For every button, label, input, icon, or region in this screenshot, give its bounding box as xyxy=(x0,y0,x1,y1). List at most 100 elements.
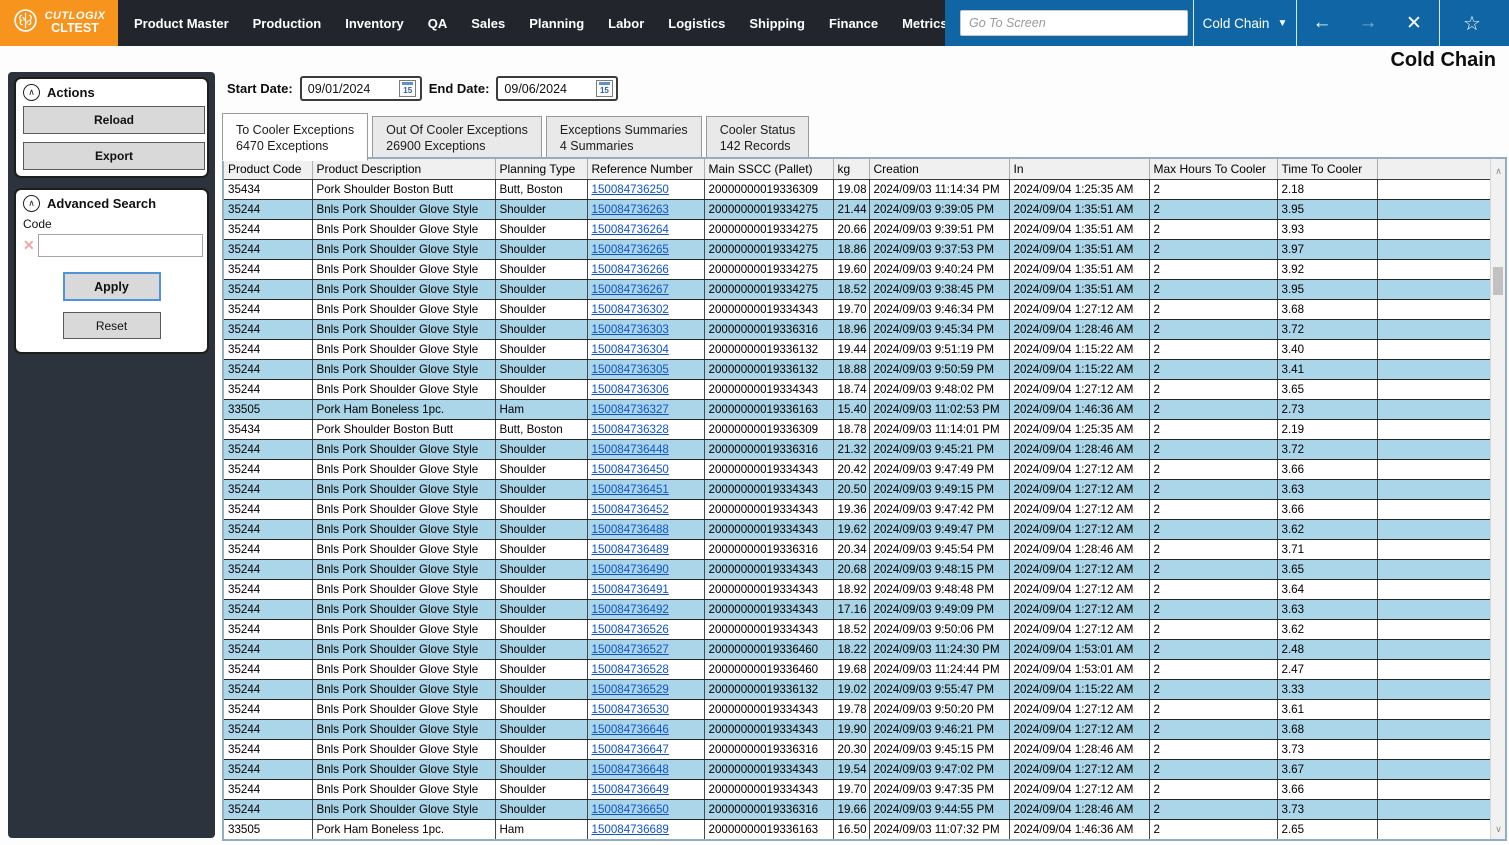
reference-number-link[interactable]: 150084736267 xyxy=(592,283,669,296)
start-date-field[interactable]: 09/01/2024 15 xyxy=(300,76,422,101)
table-row[interactable]: 33505Pork Ham Boneless 1pc.Ham1500847366… xyxy=(224,819,1491,839)
table-row[interactable]: 35244Bnls Pork Shoulder Glove StyleShoul… xyxy=(224,239,1491,259)
table-row[interactable]: 35244Bnls Pork Shoulder Glove StyleShoul… xyxy=(224,379,1491,399)
table-row[interactable]: 35244Bnls Pork Shoulder Glove StyleShoul… xyxy=(224,799,1491,819)
table-row[interactable]: 35244Bnls Pork Shoulder Glove StyleShoul… xyxy=(224,339,1491,359)
apply-button[interactable]: Apply xyxy=(63,272,161,301)
reset-button[interactable]: Reset xyxy=(63,312,161,339)
collapse-icon[interactable]: ∧ xyxy=(23,195,40,212)
code-input[interactable] xyxy=(38,234,203,257)
table-row[interactable]: 35244Bnls Pork Shoulder Glove StyleShoul… xyxy=(224,279,1491,299)
column-header-in[interactable]: In xyxy=(1009,159,1149,179)
app-logo[interactable]: CUTLOGIX CLTEST xyxy=(0,0,118,46)
table-row[interactable]: 35244Bnls Pork Shoulder Glove StyleShoul… xyxy=(224,299,1491,319)
column-header-main-sscc-pallet[interactable]: Main SSCC (Pallet) xyxy=(704,159,833,179)
menu-item-labor[interactable]: Labor xyxy=(596,16,656,31)
column-header-product-code[interactable]: Product Code xyxy=(224,159,312,179)
table-row[interactable]: 35244Bnls Pork Shoulder Glove StyleShoul… xyxy=(224,499,1491,519)
reference-number-link[interactable]: 150084736264 xyxy=(592,223,669,236)
reference-number-link[interactable]: 150084736529 xyxy=(592,683,669,696)
menu-item-logistics[interactable]: Logistics xyxy=(656,16,737,31)
reference-number-link[interactable]: 150084736302 xyxy=(592,303,669,316)
forward-arrow-icon[interactable]: → xyxy=(1345,12,1391,34)
reference-number-link[interactable]: 150084736492 xyxy=(592,603,669,616)
scrollbar-thumb[interactable] xyxy=(1493,267,1503,295)
menu-item-production[interactable]: Production xyxy=(241,16,334,31)
reload-button[interactable]: Reload xyxy=(23,106,205,134)
column-header-reference-number[interactable]: Reference Number xyxy=(587,159,704,179)
menu-item-finance[interactable]: Finance xyxy=(817,16,890,31)
reference-number-link[interactable]: 150084736250 xyxy=(592,183,669,196)
table-row[interactable]: 33505Pork Ham Boneless 1pc.Ham1500847363… xyxy=(224,399,1491,419)
table-row[interactable]: 35244Bnls Pork Shoulder Glove StyleShoul… xyxy=(224,259,1491,279)
table-row[interactable]: 35244Bnls Pork Shoulder Glove StyleShoul… xyxy=(224,639,1491,659)
table-row[interactable]: 35434Pork Shoulder Boston ButtButt, Bost… xyxy=(224,179,1491,199)
table-row[interactable]: 35244Bnls Pork Shoulder Glove StyleShoul… xyxy=(224,539,1491,559)
tab-exceptions-summaries[interactable]: Exceptions Summaries4 Summaries xyxy=(546,116,702,161)
end-date-field[interactable]: 09/06/2024 15 xyxy=(496,76,618,101)
scroll-down-icon[interactable]: ∨ xyxy=(1491,821,1506,837)
table-row[interactable]: 35244Bnls Pork Shoulder Glove StyleShoul… xyxy=(224,219,1491,239)
end-date-picker-button[interactable]: 15 xyxy=(592,78,616,99)
reference-number-link[interactable]: 150084736452 xyxy=(592,503,669,516)
reference-number-link[interactable]: 150084736450 xyxy=(592,463,669,476)
reference-number-link[interactable]: 150084736306 xyxy=(592,383,669,396)
reference-number-link[interactable]: 150084736689 xyxy=(592,823,669,836)
table-row[interactable]: 35244Bnls Pork Shoulder Glove StyleShoul… xyxy=(224,359,1491,379)
menu-item-qa[interactable]: QA xyxy=(416,16,460,31)
vertical-scrollbar[interactable]: ∧ ∨ xyxy=(1490,159,1505,839)
end-date-value[interactable]: 09/06/2024 xyxy=(498,82,592,96)
reference-number-link[interactable]: 150084736488 xyxy=(592,523,669,536)
reference-number-link[interactable]: 150084736530 xyxy=(592,703,669,716)
column-header-time-to-cooler[interactable]: Time To Cooler xyxy=(1277,159,1377,179)
table-row[interactable]: 35244Bnls Pork Shoulder Glove StyleShoul… xyxy=(224,519,1491,539)
back-arrow-icon[interactable]: ← xyxy=(1299,12,1345,34)
menu-item-planning[interactable]: Planning xyxy=(517,16,596,31)
reference-number-link[interactable]: 150084736646 xyxy=(592,723,669,736)
collapse-icon[interactable]: ∧ xyxy=(23,84,40,101)
table-row[interactable]: 35244Bnls Pork Shoulder Glove StyleShoul… xyxy=(224,319,1491,339)
column-header-kg[interactable]: kg xyxy=(833,159,869,179)
reference-number-link[interactable]: 150084736650 xyxy=(592,803,669,816)
reference-number-link[interactable]: 150084736527 xyxy=(592,643,669,656)
reference-number-link[interactable]: 150084736526 xyxy=(592,623,669,636)
table-row[interactable]: 35244Bnls Pork Shoulder Glove StyleShoul… xyxy=(224,739,1491,759)
clear-code-icon[interactable]: ✕ xyxy=(23,237,35,254)
column-header-product-description[interactable]: Product Description xyxy=(312,159,495,179)
reference-number-link[interactable]: 150084736448 xyxy=(592,443,669,456)
reference-number-link[interactable]: 150084736305 xyxy=(592,363,669,376)
table-row[interactable]: 35244Bnls Pork Shoulder Glove StyleShoul… xyxy=(224,839,1491,841)
column-header-max-hours-to-cooler[interactable]: Max Hours To Cooler xyxy=(1149,159,1277,179)
reference-number-link[interactable]: 150084736490 xyxy=(592,563,669,576)
start-date-picker-button[interactable]: 15 xyxy=(396,78,420,99)
table-row[interactable]: 35244Bnls Pork Shoulder Glove StyleShoul… xyxy=(224,699,1491,719)
export-button[interactable]: Export xyxy=(23,142,205,170)
table-row[interactable]: 35244Bnls Pork Shoulder Glove StyleShoul… xyxy=(224,559,1491,579)
menu-item-shipping[interactable]: Shipping xyxy=(737,16,817,31)
reference-number-link[interactable]: 150084736491 xyxy=(592,583,669,596)
table-row[interactable]: 35244Bnls Pork Shoulder Glove StyleShoul… xyxy=(224,479,1491,499)
table-row[interactable]: 35244Bnls Pork Shoulder Glove StyleShoul… xyxy=(224,579,1491,599)
reference-number-link[interactable]: 150084736327 xyxy=(592,403,669,416)
table-row[interactable]: 35244Bnls Pork Shoulder Glove StyleShoul… xyxy=(224,719,1491,739)
screen-selector-dropdown[interactable]: Cold Chain ▼ xyxy=(1194,0,1296,46)
scroll-up-icon[interactable]: ∧ xyxy=(1491,163,1506,179)
table-row[interactable]: 35244Bnls Pork Shoulder Glove StyleShoul… xyxy=(224,659,1491,679)
reference-number-link[interactable]: 150084736528 xyxy=(592,663,669,676)
reference-number-link[interactable]: 150084736649 xyxy=(592,783,669,796)
start-date-value[interactable]: 09/01/2024 xyxy=(302,82,396,96)
menu-item-sales[interactable]: Sales xyxy=(459,16,517,31)
reference-number-link[interactable]: 150084736647 xyxy=(592,743,669,756)
reference-number-link[interactable]: 150084736303 xyxy=(592,323,669,336)
go-to-screen-input[interactable] xyxy=(960,10,1188,36)
reference-number-link[interactable]: 150084736451 xyxy=(592,483,669,496)
menu-item-inventory[interactable]: Inventory xyxy=(333,16,416,31)
table-row[interactable]: 35244Bnls Pork Shoulder Glove StyleShoul… xyxy=(224,439,1491,459)
table-row[interactable]: 35244Bnls Pork Shoulder Glove StyleShoul… xyxy=(224,199,1491,219)
table-row[interactable]: 35244Bnls Pork Shoulder Glove StyleShoul… xyxy=(224,599,1491,619)
reference-number-link[interactable]: 150084736489 xyxy=(592,543,669,556)
reference-number-link[interactable]: 150084736265 xyxy=(592,243,669,256)
reference-number-link[interactable]: 150084736304 xyxy=(592,343,669,356)
table-row[interactable]: 35244Bnls Pork Shoulder Glove StyleShoul… xyxy=(224,459,1491,479)
reference-number-link[interactable]: 150084736266 xyxy=(592,263,669,276)
